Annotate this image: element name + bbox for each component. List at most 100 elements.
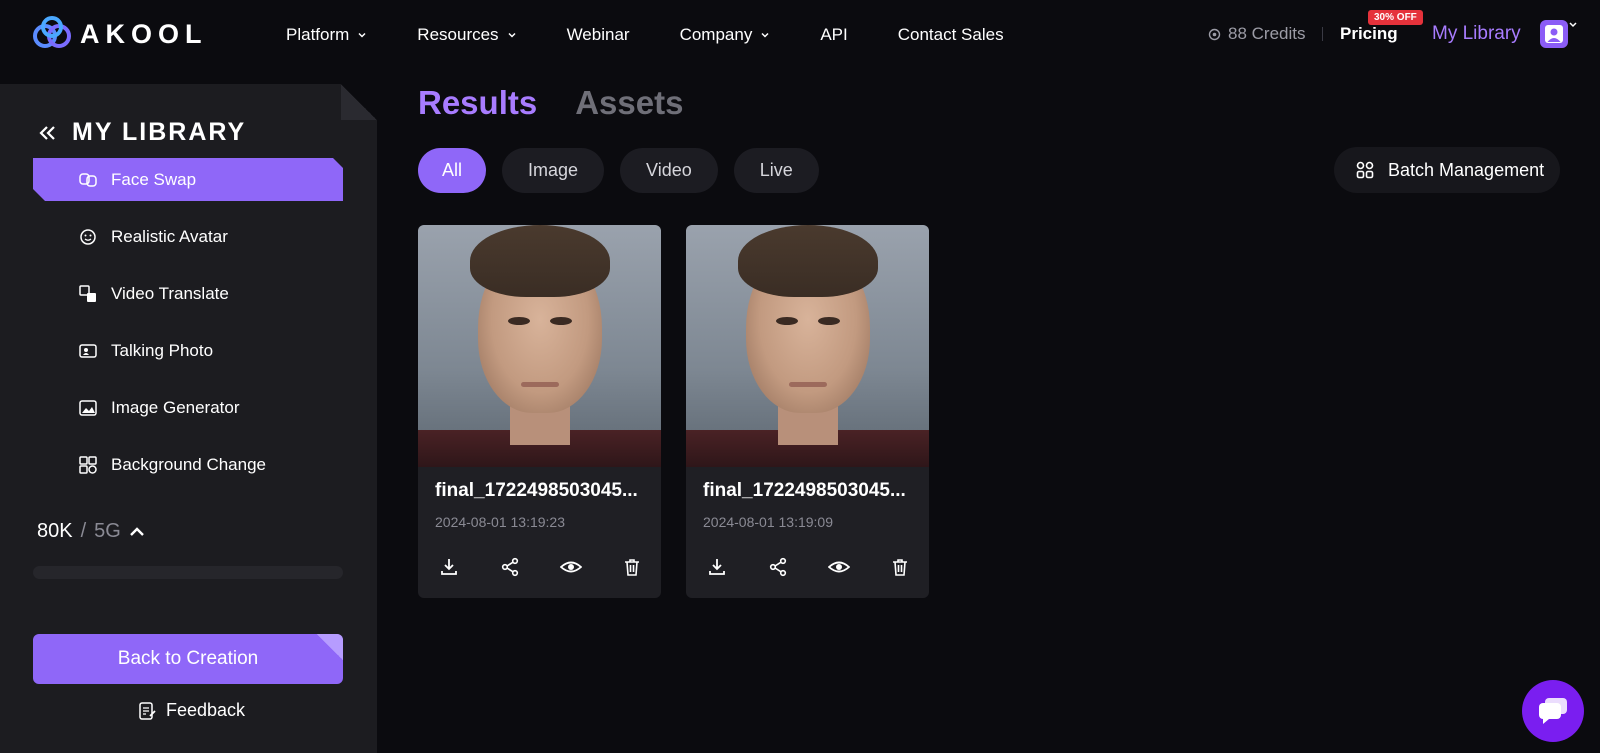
sidebar-item-label: Realistic Avatar [111,226,228,246]
filter-video[interactable]: Video [620,148,718,193]
storage-usage[interactable]: 80K / 5G [37,520,145,543]
sidebar-item-face-swap[interactable]: Face Swap [33,158,343,201]
feedback-icon [139,701,156,720]
sidebar-item-label: Video Translate [111,283,229,303]
card-actions [438,556,643,578]
user-avatar[interactable] [1540,20,1568,48]
divider [1322,27,1323,41]
nav-label: Webinar [566,25,630,44]
chat-icon [1539,698,1567,724]
result-thumbnail[interactable] [686,225,929,467]
result-filename: final_1722498503045... [703,480,906,501]
sidebar-corner [341,84,377,120]
sidebar-item-realistic-avatar[interactable]: Realistic Avatar [33,215,343,258]
sidebar-item-label: Background Change [111,454,267,474]
chevron-down-icon [508,32,516,38]
coin-icon [1208,28,1221,40]
back-to-creation-button[interactable]: Back to Creation [33,634,343,684]
portrait-mouth [789,382,827,387]
sidebar-item-label: Talking Photo [111,340,214,360]
nav-api[interactable]: API [820,25,847,45]
pricing-link[interactable]: Pricing [1340,24,1398,44]
talking-photo-icon [79,343,97,358]
storage-progress-bar [33,566,343,579]
result-card[interactable]: final_1722498503045... 2024-08-01 13:19:… [686,225,929,598]
delete-icon[interactable] [889,556,911,578]
chevron-up-icon [129,526,144,536]
avatar-icon [80,228,96,245]
back-to-creation-label: Back to Creation [117,648,259,669]
share-icon[interactable] [499,556,521,578]
sidebar-header: MY LIBRARY [38,118,246,147]
nav-resources[interactable]: Resources [417,25,516,45]
portrait-hair [470,225,610,297]
chevron-down-icon[interactable] [1568,20,1578,30]
nav-company[interactable]: Company [680,25,771,45]
batch-management-button[interactable]: Batch Management [1334,147,1560,193]
logo-icon [33,16,71,48]
filter-image[interactable]: Image [502,148,605,193]
library-tabs: Results Assets [418,84,683,122]
image-icon [79,399,97,416]
tab-results[interactable]: Results [418,84,537,122]
library-sidebar: MY LIBRARY Face Swap Realistic Avatar Vi… [0,84,377,753]
type-filters: All Image Video Live [418,148,819,193]
grid-icon [1356,161,1374,179]
sidebar-item-image-generator[interactable]: Image Generator [33,386,343,429]
nav-label: Contact Sales [897,25,1004,44]
sidebar-item-label: Image Generator [111,397,240,417]
nav-webinar[interactable]: Webinar [567,25,630,45]
background-icon [79,455,97,474]
nav-label: API [820,25,848,44]
sidebar-title: MY LIBRARY [72,118,247,146]
sidebar-item-video-translate[interactable]: Video Translate [33,272,343,315]
top-navigation-bar: AKOOL Platform Resources Webinar Company… [0,0,1600,72]
logo-text: AKOOL [80,18,208,49]
result-card[interactable]: final_1722498503045... 2024-08-01 13:19:… [418,225,661,598]
portrait-eye [508,317,530,325]
result-date: 2024-08-01 13:19:09 [703,514,833,530]
preview-icon[interactable] [560,556,582,578]
user-icon [1545,25,1563,43]
portrait-eye [776,317,798,325]
akool-logo[interactable]: AKOOL [32,16,208,52]
discount-badge: 30% OFF [1368,10,1423,25]
chat-support-button[interactable] [1522,680,1584,742]
download-icon[interactable] [706,556,728,578]
preview-icon[interactable] [828,556,850,578]
batch-management-label: Batch Management [1388,159,1545,180]
nav-label: Resources [417,25,499,44]
sidebar-item-background-change[interactable]: Background Change [33,443,343,486]
delete-icon[interactable] [621,556,643,578]
credits-text: 88 Credits [1228,24,1306,43]
portrait-eye [818,317,840,325]
feedback-link[interactable]: Feedback [138,700,245,721]
nav-platform[interactable]: Platform [286,25,367,45]
result-thumbnail[interactable] [418,225,661,467]
download-icon[interactable] [438,556,460,578]
portrait-hair [738,225,878,297]
storage-separator: / [80,520,87,542]
tab-assets[interactable]: Assets [575,84,683,122]
chevron-down-icon [358,32,366,38]
chevron-down-icon [761,32,769,38]
main-nav: Platform Resources Webinar Company API C… [286,0,1054,70]
portrait-eye [550,317,572,325]
collapse-icon[interactable] [38,125,58,141]
portrait-mouth [521,382,559,387]
nav-contact-sales[interactable]: Contact Sales [898,25,1004,45]
nav-label: Platform [286,25,350,44]
filter-live[interactable]: Live [733,148,819,193]
filter-all[interactable]: All [418,148,487,193]
share-icon[interactable] [767,556,789,578]
result-filename: final_1722498503045... [435,480,638,501]
my-library-link[interactable]: My Library [1432,23,1521,45]
storage-total: 5G [94,520,121,542]
sidebar-item-talking-photo[interactable]: Talking Photo [33,329,343,372]
feedback-label: Feedback [166,700,246,720]
nav-label: Company [679,25,753,44]
storage-used: 80K [37,520,73,542]
result-date: 2024-08-01 13:19:23 [435,514,565,530]
credits-display[interactable]: 88 Credits [1208,24,1305,44]
face-swap-icon [79,172,97,187]
